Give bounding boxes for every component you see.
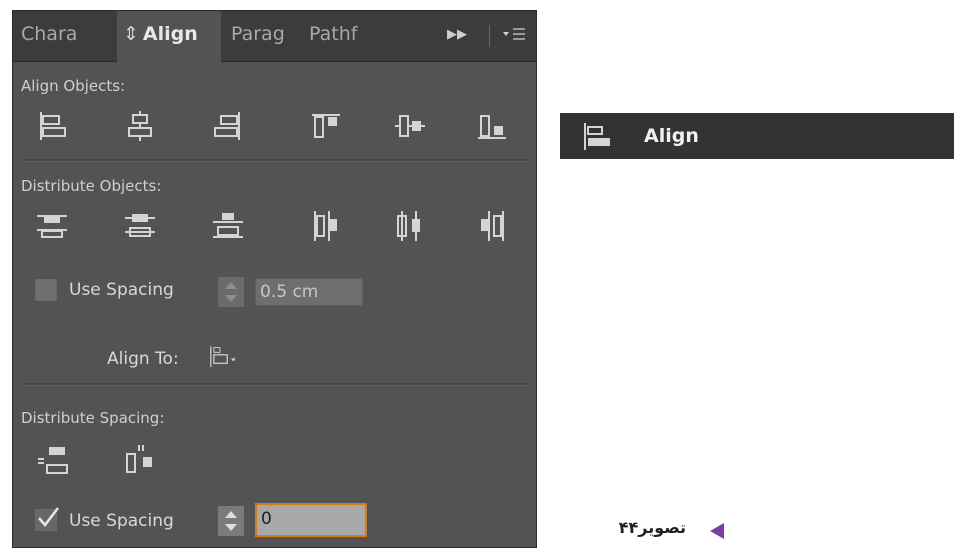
horizontal-align-right-icon <box>214 112 240 140</box>
align-to-selection-icon <box>210 346 236 367</box>
tab-align[interactable]: ⇕ Align <box>117 11 221 62</box>
spacing-value-field[interactable]: 0 <box>255 503 367 537</box>
spacing-stepper[interactable] <box>218 506 244 536</box>
align-panel-collapsed[interactable]: Align <box>560 113 954 159</box>
align-to-dropdown[interactable] <box>209 339 265 379</box>
stepper-icon <box>225 282 237 302</box>
panel-menu-icon[interactable] <box>501 23 529 49</box>
horizontal-distribute-right-icon <box>481 211 504 241</box>
vertical-distribute-top-button[interactable] <box>35 209 69 243</box>
horizontal-distribute-space-button[interactable] <box>123 443 157 477</box>
tabbar-divider <box>489 25 490 47</box>
horizontal-distribute-left-button[interactable] <box>309 209 343 243</box>
vertical-align-center-icon <box>395 115 425 137</box>
spacing-value-field[interactable]: 0.5 cm <box>255 278 363 306</box>
vertical-distribute-space-button[interactable] <box>35 443 69 477</box>
tab-label: Align <box>142 23 198 45</box>
tab-label: Pathf <box>309 23 358 45</box>
checkmark-icon <box>38 507 59 527</box>
tab-character[interactable]: Chara <box>21 11 117 61</box>
vertical-distribute-top-icon <box>37 215 67 238</box>
tab-paragraph[interactable]: Parag <box>231 11 307 61</box>
vertical-align-top-icon <box>312 114 340 138</box>
horizontal-distribute-left-icon <box>314 211 337 241</box>
vertical-distribute-center-button[interactable] <box>123 209 157 243</box>
stepper-icon <box>225 511 237 531</box>
horizontal-align-right-button[interactable] <box>211 109 245 143</box>
double-chevron-right-icon[interactable]: ▶▶ <box>447 27 467 42</box>
section-divider <box>21 383 528 386</box>
horizontal-align-center-icon <box>128 111 152 141</box>
panel-tab-bar: Chara ⇕ Align Parag Pathf ▶▶ <box>13 11 536 62</box>
tab-reorder-icon: ⇕ <box>123 23 139 45</box>
vertical-distribute-space-icon <box>38 447 68 474</box>
vertical-distribute-bottom-icon <box>213 213 243 238</box>
horizontal-align-left-button[interactable] <box>35 109 69 143</box>
tab-label: Chara <box>21 23 78 45</box>
horizontal-distribute-center-icon <box>397 211 420 241</box>
align-panel-icon <box>580 119 614 153</box>
horizontal-distribute-right-button[interactable] <box>475 209 509 243</box>
use-spacing-checkbox[interactable] <box>35 279 57 301</box>
vertical-distribute-center-icon <box>125 214 155 237</box>
horizontal-align-center-button[interactable] <box>123 109 157 143</box>
horizontal-align-left-icon <box>40 112 66 140</box>
vertical-align-bottom-icon <box>478 115 506 139</box>
horizontal-distribute-center-button[interactable] <box>393 209 427 243</box>
caption-marker-icon <box>710 523 724 539</box>
figure-caption: تصویر۴۴ <box>568 516 728 544</box>
tab-pathfinder[interactable]: Pathf <box>309 11 383 61</box>
vertical-align-bottom-button[interactable] <box>475 109 509 143</box>
distribute-spacing-label: Distribute Spacing: <box>21 409 165 427</box>
horizontal-distribute-space-icon <box>126 445 152 473</box>
tab-label: Parag <box>231 23 285 45</box>
align-to-label: Align To: <box>107 349 179 369</box>
vertical-align-center-button[interactable] <box>393 109 427 143</box>
section-divider <box>21 159 528 162</box>
use-spacing-label: Use Spacing <box>69 511 174 531</box>
use-spacing-label: Use Spacing <box>69 280 174 300</box>
align-panel: Chara ⇕ Align Parag Pathf ▶▶ Align Object… <box>12 10 537 548</box>
spacing-stepper[interactable] <box>218 277 244 307</box>
use-spacing-checkbox-checked[interactable] <box>35 507 59 531</box>
vertical-align-top-button[interactable] <box>309 109 343 143</box>
caption-text: تصویر۴۴ <box>618 518 686 537</box>
collapsed-panel-label: Align <box>644 125 699 147</box>
vertical-distribute-bottom-button[interactable] <box>211 209 245 243</box>
distribute-objects-label: Distribute Objects: <box>21 177 162 195</box>
align-objects-label: Align Objects: <box>21 77 126 95</box>
